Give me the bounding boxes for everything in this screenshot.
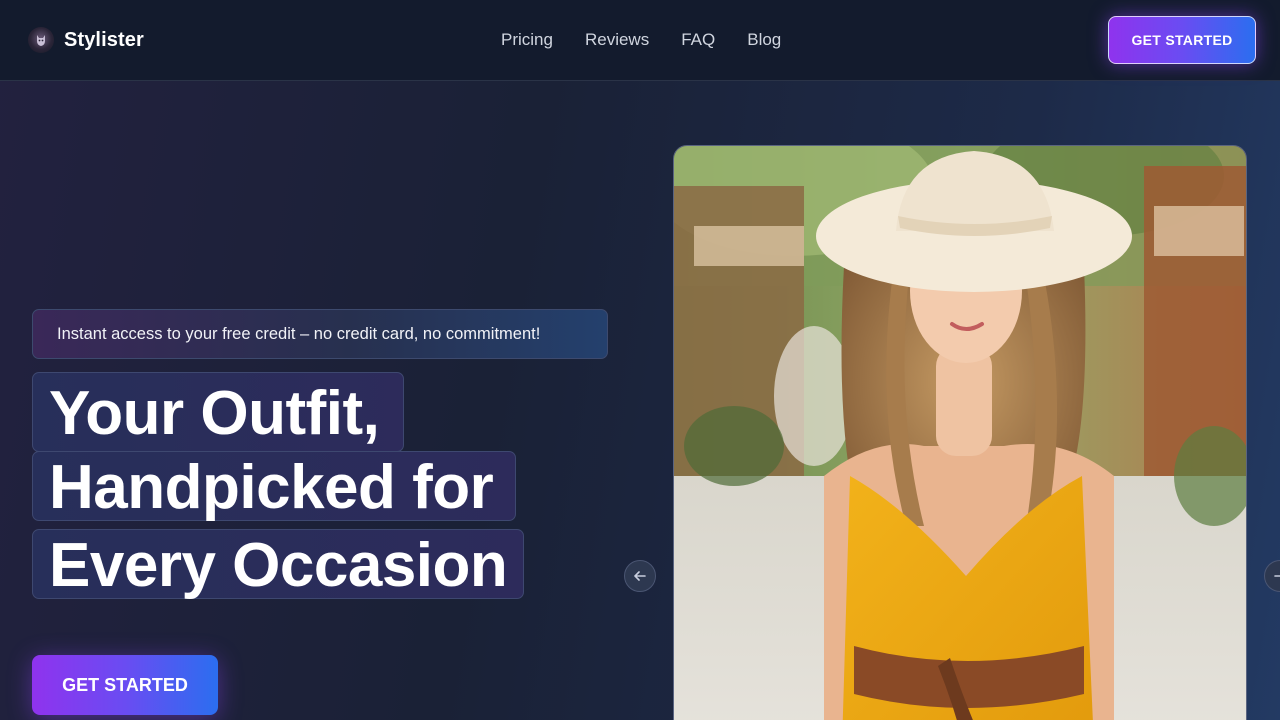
carousel-prev-button[interactable]: [624, 560, 656, 592]
hero-get-started-button[interactable]: GET STARTED: [32, 655, 218, 715]
brand[interactable]: Stylister: [28, 27, 144, 53]
free-credit-badge: Instant access to your free credit – no …: [32, 309, 608, 359]
headline-line-1: Your Outfit,: [32, 372, 404, 452]
headline-line-2: Handpicked for: [32, 451, 516, 521]
top-navbar: Stylister Pricing Reviews FAQ Blog GET S…: [0, 0, 1280, 81]
nav-link-reviews[interactable]: Reviews: [585, 30, 649, 50]
model-photo: [673, 145, 1247, 720]
arrow-right-icon: [1274, 575, 1280, 577]
wolf-logo-icon: [28, 27, 54, 53]
carousel-next-button[interactable]: [1264, 560, 1280, 592]
nav-link-pricing[interactable]: Pricing: [501, 30, 553, 50]
headline-line-3: Every Occasion: [32, 529, 524, 599]
nav-get-started-button[interactable]: GET STARTED: [1108, 16, 1256, 64]
arrow-left-icon: [634, 571, 646, 581]
nav-link-faq[interactable]: FAQ: [681, 30, 715, 50]
main-nav: Pricing Reviews FAQ Blog: [501, 30, 781, 50]
brand-name: Stylister: [64, 28, 144, 51]
nav-link-blog[interactable]: Blog: [747, 30, 781, 50]
